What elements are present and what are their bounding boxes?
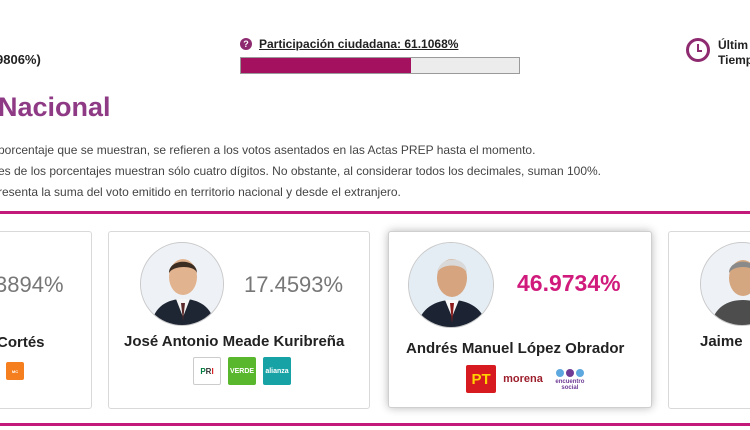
pt-logo: PT — [466, 365, 497, 393]
candidate-percent: 3894% — [0, 272, 64, 297]
previous-stat-partial: 9806%) — [0, 52, 41, 67]
alianza-logo: alianza — [263, 357, 291, 385]
candidate-card-2[interactable]: 17.4593% José Antonio Meade Kuribreña PR… — [108, 231, 370, 409]
candidate-photo — [700, 242, 750, 326]
candidate-card-1[interactable]: 3894% Cortés MC — [0, 231, 92, 409]
candidate-percent: 17.4593% — [244, 272, 344, 297]
candidate-name: Cortés — [0, 334, 45, 351]
last-update-line1: Últim — [718, 38, 748, 52]
candidate-portrait-icon — [701, 243, 750, 325]
participation-widget: ? Participación ciudadana: 61.1068% — [240, 36, 522, 74]
candidate-photo — [140, 242, 224, 326]
note-line-2: es de los porcentajes muestran sólo cuat… — [0, 164, 601, 178]
candidate-name: José Antonio Meade Kuribreña — [124, 333, 345, 350]
section-top-rule — [0, 211, 750, 214]
participation-progress-bar — [240, 57, 520, 74]
movimiento-ciudadano-logo: MC — [6, 362, 24, 380]
morena-logo: morena — [503, 373, 543, 385]
top-bar: 9806%) ? Participación ciudadana: 61.106… — [0, 0, 750, 80]
note-line-1: porcentaje que se muestran, se refieren … — [0, 143, 536, 157]
candidate-photo — [408, 242, 494, 328]
section-bottom-rule — [0, 423, 750, 426]
participation-label[interactable]: Participación ciudadana: 61.1068% — [259, 37, 458, 51]
candidate-name: Andrés Manuel López Obrador — [406, 340, 625, 357]
encuentro-social-text: encuentro social — [555, 379, 585, 391]
clock-icon — [686, 38, 710, 62]
candidate-portrait-icon — [409, 243, 493, 327]
last-update-line2: Tiemp — [718, 53, 750, 67]
party-logos: PT morena encuentro social — [464, 361, 592, 397]
note-line-3: resenta la suma del voto emitido en terr… — [0, 185, 401, 199]
pri-logo: PRI — [193, 357, 221, 385]
candidate-name: Jaime — [700, 333, 743, 350]
party-logos: PRI VERDE alianza — [187, 354, 297, 388]
encuentro-social-logo: encuentro social — [550, 367, 590, 391]
question-circle-icon[interactable]: ? — [240, 38, 252, 50]
candidate-percent: 46.9734% — [517, 270, 621, 296]
participation-header: ? Participación ciudadana: 61.1068% — [240, 36, 522, 52]
last-update-widget: Últim Tiemp — [686, 38, 750, 68]
candidate-card-3[interactable]: 46.9734% Andrés Manuel López Obrador PT … — [388, 231, 652, 408]
candidate-card-4[interactable]: Jaime — [668, 231, 750, 409]
last-update-text: Últim Tiemp — [718, 38, 750, 68]
candidate-portrait-icon — [141, 243, 223, 325]
notes-block: porcentaje que se muestran, se refieren … — [0, 140, 601, 203]
encuentro-dots-icon — [555, 369, 584, 377]
section-title: Nacional — [0, 92, 111, 122]
participation-progress-fill — [241, 58, 411, 73]
party-logos: MC — [1, 361, 29, 381]
verde-logo: VERDE — [228, 357, 256, 385]
